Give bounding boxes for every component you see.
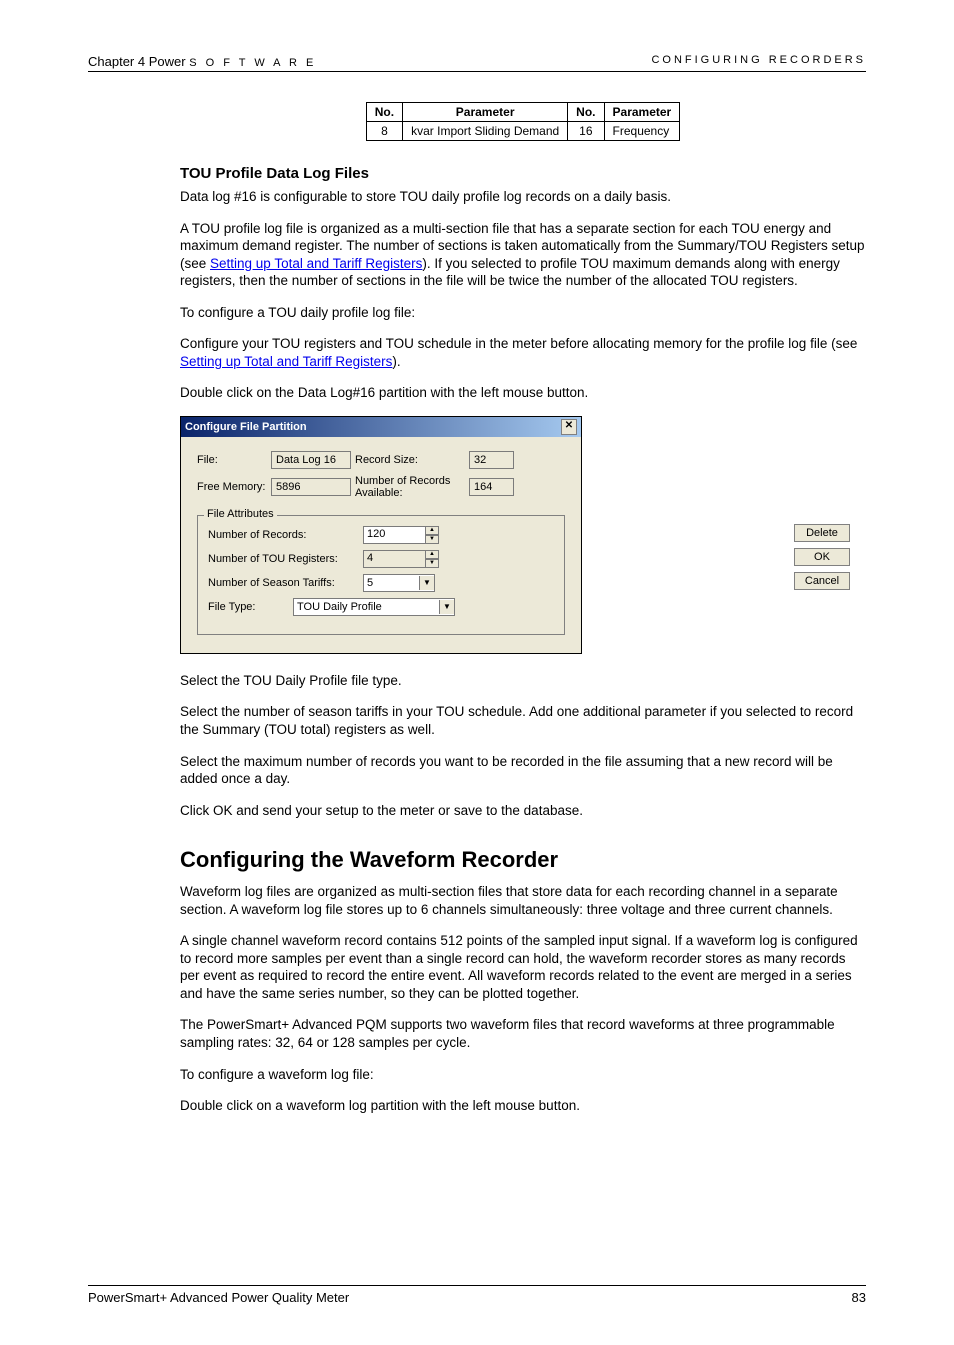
chevron-down-icon[interactable]: ▼ bbox=[439, 600, 454, 614]
p-select-max: Select the maximum number of records you… bbox=[180, 753, 866, 788]
wf-p2: A single channel waveform record contain… bbox=[180, 932, 866, 1002]
header-right: CONFIGURING RECORDERS bbox=[651, 54, 866, 69]
close-icon[interactable]: ✕ bbox=[561, 419, 577, 435]
cell-no2: 16 bbox=[568, 122, 604, 141]
th-param2: Parameter bbox=[604, 103, 680, 122]
record-size-field: 32 bbox=[469, 451, 514, 469]
num-season-select[interactable]: 5 ▼ bbox=[363, 574, 435, 592]
th-no1: No. bbox=[366, 103, 402, 122]
th-no2: No. bbox=[568, 103, 604, 122]
page-footer: PowerSmart+ Advanced Power Quality Meter… bbox=[88, 1285, 866, 1305]
chevron-down-icon[interactable]: ▼ bbox=[419, 576, 434, 590]
num-records-spinner[interactable]: ▲▼ bbox=[425, 526, 439, 544]
chevron-down-icon[interactable]: ▼ bbox=[425, 535, 439, 544]
link-registers-1[interactable]: Setting up Total and Tariff Registers bbox=[210, 256, 422, 271]
record-size-label: Record Size: bbox=[355, 454, 465, 466]
num-tou-reg-label: Number of TOU Registers: bbox=[208, 553, 363, 565]
records-avail-field: 164 bbox=[469, 478, 514, 496]
file-attributes-fieldset: File Attributes Number of Records: 120 ▲… bbox=[197, 515, 565, 635]
fieldset-legend: File Attributes bbox=[204, 508, 277, 520]
dialog-titlebar: Configure File Partition ✕ bbox=[181, 417, 581, 437]
parameter-table: No. Parameter No. Parameter 8 kvar Impor… bbox=[366, 102, 680, 141]
dialog-title: Configure File Partition bbox=[185, 421, 307, 433]
file-type-select[interactable]: TOU Daily Profile ▼ bbox=[293, 598, 455, 616]
num-tou-reg-spinner: ▲▼ bbox=[425, 550, 439, 568]
p-intro: Data log #16 is configurable to store TO… bbox=[180, 188, 866, 206]
p-click-ok: Click OK and send your setup to the mete… bbox=[180, 802, 866, 820]
ok-button[interactable]: OK bbox=[794, 548, 850, 566]
num-records-input[interactable]: 120 bbox=[363, 526, 426, 544]
records-avail-label: Number of Records Available: bbox=[355, 475, 465, 499]
configure-file-partition-dialog: Configure File Partition ✕ File: Data Lo… bbox=[180, 416, 582, 654]
link-registers-2[interactable]: Setting up Total and Tariff Registers bbox=[180, 354, 392, 369]
wf-p4: To configure a waveform log file: bbox=[180, 1066, 866, 1084]
software-label: S O F T W A R E bbox=[189, 57, 316, 69]
file-label: File: bbox=[197, 454, 267, 466]
chevron-up-icon[interactable]: ▲ bbox=[425, 526, 439, 535]
chevron-up-icon: ▲ bbox=[425, 550, 439, 559]
p-double-click: Double click on the Data Log#16 partitio… bbox=[180, 384, 866, 402]
free-memory-label: Free Memory: bbox=[197, 481, 267, 493]
wf-p3: The PowerSmart+ Advanced PQM supports tw… bbox=[180, 1016, 866, 1051]
num-tou-reg-input: 4 bbox=[363, 550, 426, 568]
table-row: 8 kvar Import Sliding Demand 16 Frequenc… bbox=[366, 122, 679, 141]
footer-left: PowerSmart+ Advanced Power Quality Meter bbox=[88, 1290, 349, 1305]
chapter-label: Chapter 4 Power bbox=[88, 54, 186, 69]
tou-heading: TOU Profile Data Log Files bbox=[180, 165, 866, 182]
p-select-season: Select the number of season tariffs in y… bbox=[180, 703, 866, 738]
waveform-heading: Configuring the Waveform Recorder bbox=[180, 847, 866, 873]
wf-p1: Waveform log files are organized as mult… bbox=[180, 883, 866, 918]
delete-button[interactable]: Delete bbox=[794, 524, 850, 542]
cell-p1: kvar Import Sliding Demand bbox=[403, 122, 568, 141]
page-header: Chapter 4 Power S O F T W A R E CONFIGUR… bbox=[88, 54, 866, 72]
header-left: Chapter 4 Power S O F T W A R E bbox=[88, 54, 316, 69]
file-type-label: File Type: bbox=[208, 601, 293, 613]
p-to-configure: To configure a TOU daily profile log fil… bbox=[180, 304, 866, 322]
th-param1: Parameter bbox=[403, 103, 568, 122]
num-records-label: Number of Records: bbox=[208, 529, 363, 541]
wf-p5: Double click on a waveform log partition… bbox=[180, 1097, 866, 1115]
p-organized: A TOU profile log file is organized as a… bbox=[180, 220, 866, 290]
p-select-type: Select the TOU Daily Profile file type. bbox=[180, 672, 866, 690]
footer-page-number: 83 bbox=[852, 1290, 866, 1305]
cell-no1: 8 bbox=[366, 122, 402, 141]
chevron-down-icon: ▼ bbox=[425, 559, 439, 568]
num-season-label: Number of Season Tariffs: bbox=[208, 577, 363, 589]
file-field: Data Log 16 bbox=[271, 451, 351, 469]
free-memory-field: 5896 bbox=[271, 478, 351, 496]
cancel-button[interactable]: Cancel bbox=[794, 572, 850, 590]
cell-p2: Frequency bbox=[604, 122, 680, 141]
p-configure-registers: Configure your TOU registers and TOU sch… bbox=[180, 335, 866, 370]
